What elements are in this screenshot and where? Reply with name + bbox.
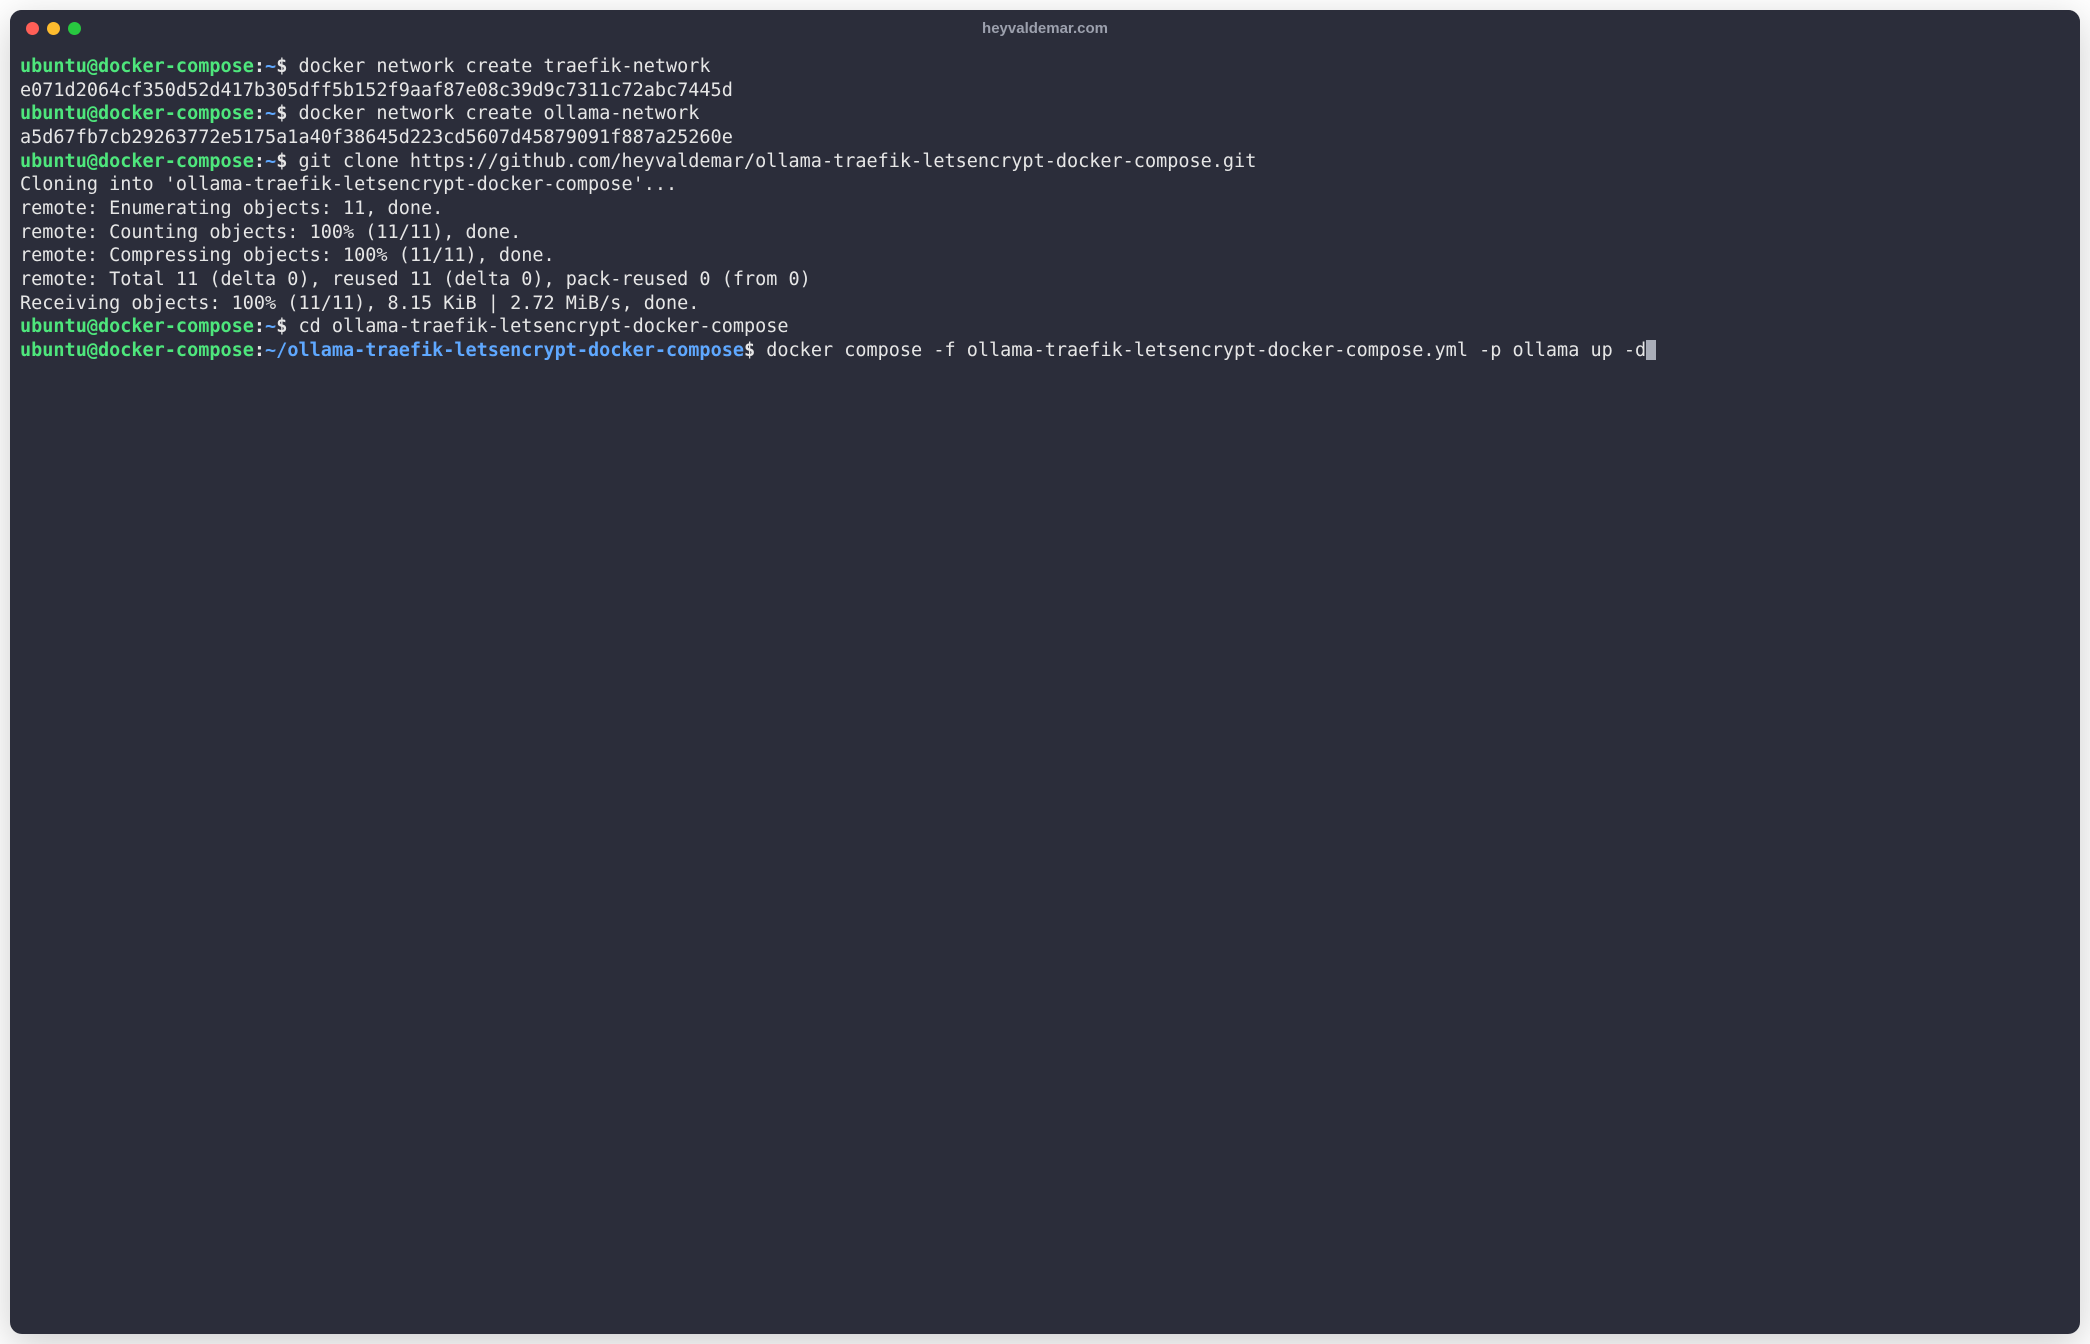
- prompt-dollar: $: [276, 316, 287, 337]
- command-text: docker network create ollama-network: [287, 103, 699, 124]
- prompt-colon: :: [254, 316, 265, 337]
- window-title: heyvaldemar.com: [982, 20, 1108, 37]
- output-text: Receiving objects: 100% (11/11), 8.15 Ki…: [20, 293, 699, 314]
- prompt-host: docker-compose: [98, 56, 254, 77]
- prompt-path: ~: [265, 56, 276, 77]
- traffic-lights: [26, 22, 81, 35]
- terminal-window: heyvaldemar.com ubuntu@docker-compose:~$…: [10, 10, 2080, 1334]
- command-text: git clone https://github.com/heyvaldemar…: [287, 151, 1256, 172]
- prompt-user: ubuntu: [20, 56, 87, 77]
- prompt-dollar: $: [276, 151, 287, 172]
- prompt-colon: :: [254, 151, 265, 172]
- prompt-user: ubuntu: [20, 103, 87, 124]
- prompt-colon: :: [254, 340, 265, 361]
- prompt-path: ~: [265, 316, 276, 337]
- prompt-dollar: $: [276, 56, 287, 77]
- prompt-host: docker-compose: [98, 103, 254, 124]
- maximize-icon[interactable]: [68, 22, 81, 35]
- command-text: docker compose -f ollama-traefik-letsenc…: [755, 340, 1646, 361]
- output-text: remote: Enumerating objects: 11, done.: [20, 198, 443, 219]
- prompt-host: docker-compose: [98, 151, 254, 172]
- output-text: Cloning into 'ollama-traefik-letsencrypt…: [20, 174, 677, 195]
- prompt-host: docker-compose: [98, 340, 254, 361]
- prompt-host: docker-compose: [98, 316, 254, 337]
- prompt-dollar: $: [744, 340, 755, 361]
- prompt-path: ~: [265, 151, 276, 172]
- terminal-body[interactable]: ubuntu@docker-compose:~$ docker network …: [10, 47, 2080, 1334]
- prompt-colon: :: [254, 56, 265, 77]
- minimize-icon[interactable]: [47, 22, 60, 35]
- prompt-path: ~: [265, 103, 276, 124]
- prompt-path: ~/ollama-traefik-letsencrypt-docker-comp…: [265, 340, 744, 361]
- prompt-at: @: [87, 151, 98, 172]
- prompt-at: @: [87, 103, 98, 124]
- output-text: a5d67fb7cb29263772e5175a1a40f38645d223cd…: [20, 127, 733, 148]
- output-text: remote: Compressing objects: 100% (11/11…: [20, 245, 555, 266]
- output-text: e071d2064cf350d52d417b305dff5b152f9aaf87…: [20, 80, 733, 101]
- prompt-user: ubuntu: [20, 340, 87, 361]
- prompt-at: @: [87, 316, 98, 337]
- close-icon[interactable]: [26, 22, 39, 35]
- command-text: docker network create traefik-network: [287, 56, 710, 77]
- prompt-user: ubuntu: [20, 316, 87, 337]
- prompt-colon: :: [254, 103, 265, 124]
- cursor-icon: [1646, 340, 1656, 360]
- prompt-dollar: $: [276, 103, 287, 124]
- output-text: remote: Counting objects: 100% (11/11), …: [20, 222, 521, 243]
- command-text: cd ollama-traefik-letsencrypt-docker-com…: [287, 316, 788, 337]
- prompt-user: ubuntu: [20, 151, 87, 172]
- title-bar: heyvaldemar.com: [10, 10, 2080, 47]
- prompt-at: @: [87, 56, 98, 77]
- prompt-at: @: [87, 340, 98, 361]
- output-text: remote: Total 11 (delta 0), reused 11 (d…: [20, 269, 811, 290]
